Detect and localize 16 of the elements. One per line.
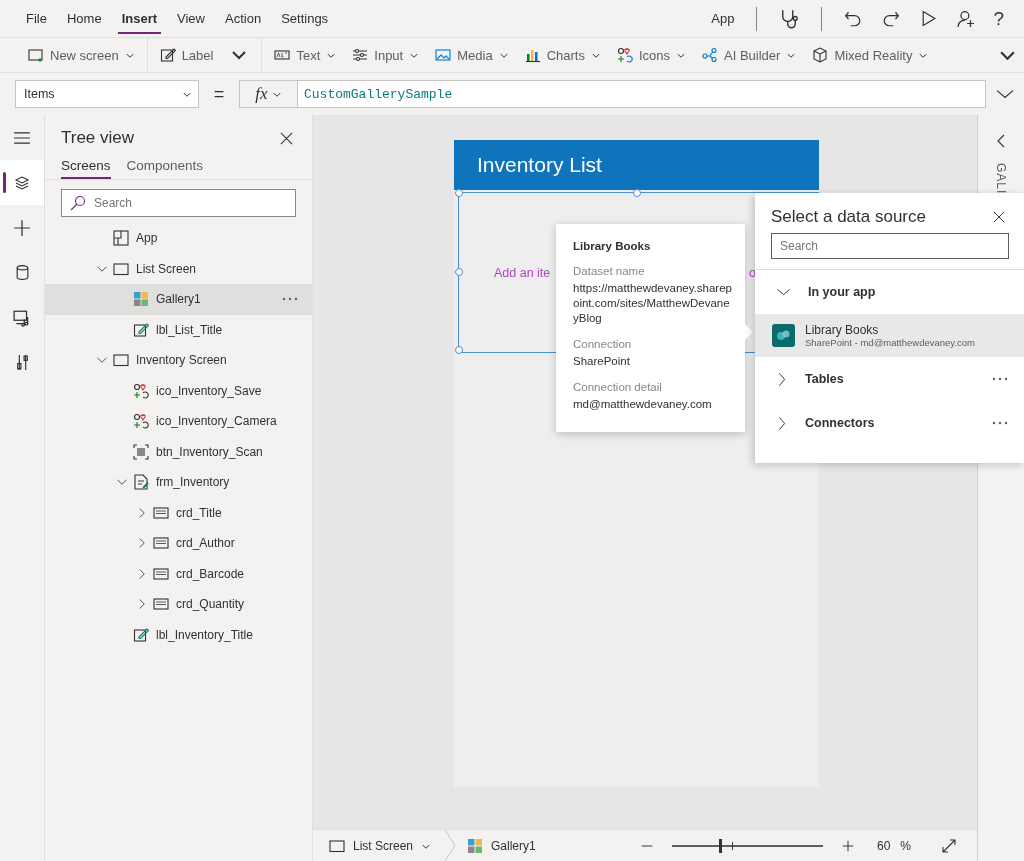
field-value: SharePoint — [573, 353, 631, 369]
zoom-value: 60 — [876, 838, 891, 853]
tooltip-title: Library Books — [573, 240, 652, 252]
screen-header: Inventory List — [454, 140, 819, 190]
field-value: https://matthewdevaney.sharepoint.com/sites/MatthewDevaneyBlog — [573, 281, 733, 326]
field-label: Dataset name — [573, 265, 646, 277]
field-label: Connection — [573, 337, 633, 350]
gallery-hint: o — [749, 266, 756, 280]
gallery-hint: Add an ite — [494, 266, 551, 280]
field-label: Connection detail — [573, 380, 663, 393]
panel-title: Tree view — [61, 128, 135, 148]
field-value: md@matthewdevaney.com — [573, 396, 713, 412]
zoom-unit: % — [900, 838, 911, 853]
panel-title: Select a data source — [771, 207, 926, 227]
panel-label: GALI — [994, 163, 1008, 195]
equals-sign: = — [212, 83, 226, 105]
